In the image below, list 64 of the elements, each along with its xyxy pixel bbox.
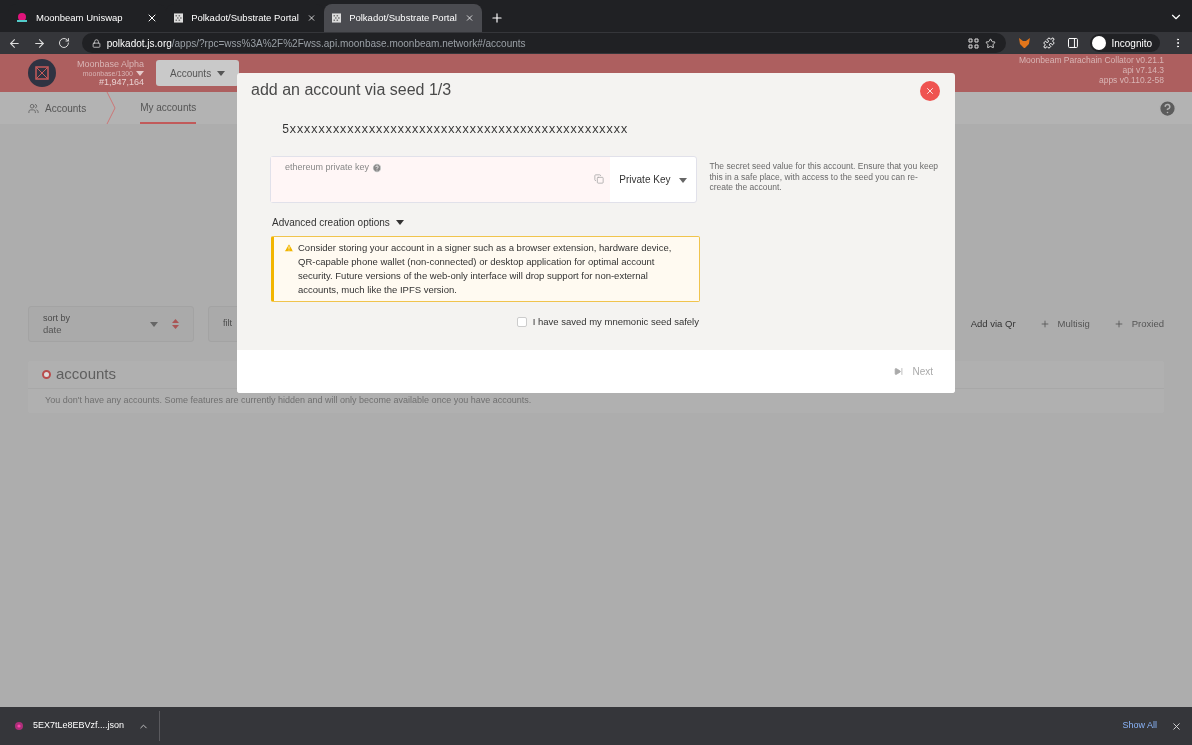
breadcrumb-divider-icon xyxy=(106,92,117,124)
chain-logo[interactable] xyxy=(28,59,56,87)
field-label: ethereum private key xyxy=(285,161,370,174)
file-icon xyxy=(14,721,24,731)
caret-icon xyxy=(395,220,404,225)
site-icon xyxy=(174,12,184,24)
warning-icon xyxy=(284,243,294,253)
site-icon xyxy=(16,12,28,24)
caret-icon xyxy=(679,178,688,183)
side-panel-icon[interactable] xyxy=(1066,37,1079,49)
block-number: #1,947,164 xyxy=(98,77,144,87)
tab-title: Polkadot/Substrate Portal xyxy=(349,10,457,25)
modal-title: add an account via seed 1/3 xyxy=(251,80,453,100)
address-bar[interactable]: polkadot.js.org/apps/?rpc=wss%3A%2F%2Fwss.api.moonbase.moonbeam.network#/accounts xyxy=(81,33,1006,53)
browser-tab[interactable]: Polkadot/Substrate Portal xyxy=(324,4,482,32)
sort-dropdown[interactable]: sort by date xyxy=(28,306,194,342)
action-button[interactable]: Multisig xyxy=(1039,316,1090,332)
account-address: 5xxxxxxxxxxxxxxxxxxxxxxxxxxxxxxxxxxxxxxxxxxxxxxx xyxy=(282,122,629,139)
sub-nav-tab[interactable]: My accounts xyxy=(140,92,197,124)
panel-title: accounts xyxy=(56,364,117,385)
plus-icon xyxy=(1113,319,1124,329)
version-text: api v7.14.3 xyxy=(1122,65,1164,75)
fox-icon[interactable] xyxy=(1017,37,1031,49)
caret-icon xyxy=(136,70,144,76)
action-button[interactable]: Add via Qr xyxy=(970,316,1016,332)
tab-title: Moonbeam Uniswap xyxy=(36,10,124,25)
warning-text: Consider storing your account in a signer such as a browser extension, hardware device, QR-capable phone wallet (non-connected) or desktop application for optimal account security. Future versions of the web-only interface will drop support for non-external accounts, much like the IPFS version. xyxy=(298,241,673,297)
reload-icon[interactable] xyxy=(57,37,70,49)
close-icon xyxy=(925,86,935,96)
tab-title: Polkadot/Substrate Portal xyxy=(191,10,299,25)
back-icon[interactable] xyxy=(8,36,21,50)
new-tab-icon[interactable] xyxy=(490,11,504,25)
help-icon[interactable] xyxy=(1158,98,1177,118)
lock-icon xyxy=(91,38,101,48)
bookmark-icon[interactable] xyxy=(984,37,996,49)
users-icon xyxy=(28,102,39,114)
chain-name: Moonbase Alpha xyxy=(76,59,144,69)
help-text: The secret seed value for this account. Ensure that you keep this in a safe place, with access to the seed you can re-create the account. xyxy=(709,161,940,194)
plus-icon xyxy=(1039,319,1050,329)
download-file-name[interactable]: 5EX7tLe8EBVzf....json xyxy=(33,719,125,733)
forward-icon[interactable] xyxy=(32,36,46,50)
checkbox-label[interactable]: I have saved my mnemonic seed safely xyxy=(532,315,699,330)
caret-icon xyxy=(217,70,226,76)
url-text: polkadot.js.org/apps/?rpc=wss%3A%2F%2Fwss.api.moonbase.moonbeam.network#/accounts xyxy=(106,36,526,51)
profile-chip[interactable]: Incognito xyxy=(1090,34,1161,52)
section-title: Accounts xyxy=(45,101,87,116)
qr-icon[interactable] xyxy=(967,37,979,49)
version-text: Moonbeam Parachain Collator v0.21.1 xyxy=(1018,55,1164,65)
seed-input[interactable]: ethereum private key Private Key xyxy=(270,156,698,203)
close-button[interactable] xyxy=(920,81,940,101)
key-type-dropdown[interactable]: Private Key xyxy=(610,157,697,202)
advanced-toggle[interactable]: Advanced creation options xyxy=(272,215,940,230)
logo-icon xyxy=(34,65,50,81)
show-all-link[interactable]: Show All xyxy=(1122,719,1157,733)
version-text: apps v0.110.2-58 xyxy=(1098,75,1164,85)
checkbox[interactable] xyxy=(516,317,527,328)
extensions-icon[interactable] xyxy=(1042,37,1055,49)
close-icon[interactable] xyxy=(1171,720,1182,732)
next-icon xyxy=(894,367,904,376)
action-button[interactable]: Proxied xyxy=(1113,316,1164,332)
site-icon xyxy=(332,12,342,24)
close-icon[interactable] xyxy=(146,12,158,24)
caret-icon xyxy=(150,321,158,327)
nav-menu[interactable]: Accounts xyxy=(156,60,240,86)
